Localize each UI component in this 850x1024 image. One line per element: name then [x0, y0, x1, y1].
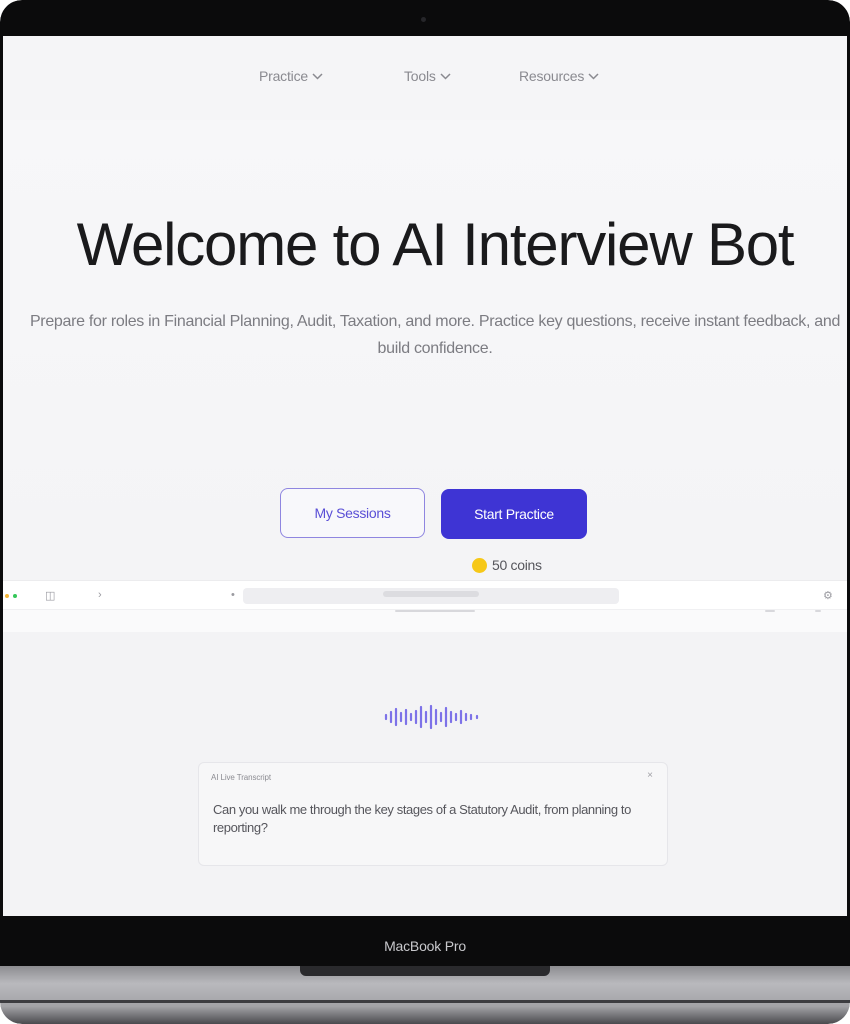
chevron-down-icon — [440, 72, 451, 80]
chevron-down-icon — [312, 72, 323, 80]
laptop-top-bezel — [0, 0, 850, 36]
laptop-bottom-bezel: MacBook Pro — [0, 916, 850, 966]
settings-icon[interactable]: ⚙ — [823, 589, 833, 602]
transcript-label: AI Live Transcript — [211, 773, 272, 782]
chevron-down-icon — [588, 72, 599, 80]
hero-subtitle: Prepare for roles in Financial Planning,… — [29, 313, 841, 357]
coin-balance-label: 50 coins — [492, 557, 542, 573]
coin-balance: 50 coins — [472, 557, 542, 573]
browser-tab-strip — [3, 610, 847, 632]
nav-item-resources[interactable]: Resources — [519, 68, 599, 84]
coin-icon — [472, 557, 487, 573]
window-maximize-dot[interactable] — [13, 594, 17, 598]
laptop-base-edge — [0, 1000, 850, 1003]
practice-preview: AI Live Transcript × Can you walk me thr… — [3, 632, 847, 916]
sidebar-toggle-icon[interactable]: ◫ — [45, 589, 55, 602]
address-bar-text — [383, 591, 479, 597]
browser-toolbar: ◫ › • ⚙ — [3, 580, 847, 610]
nav-item-label: Practice — [259, 68, 308, 84]
tab-indicator — [395, 610, 475, 612]
window-minimize-dot[interactable] — [5, 594, 9, 598]
laptop-frame: Practice Tools Resources Welcome to AI I… — [0, 0, 850, 1024]
nav-item-tools[interactable]: Tools — [404, 68, 451, 84]
transcript-card: AI Live Transcript × Can you walk me thr… — [198, 762, 668, 866]
interview-question: Can you walk me through the key stages o… — [213, 802, 631, 835]
hero-section: Welcome to AI Interview Bot Prepare for … — [3, 120, 847, 580]
my-sessions-button[interactable]: My Sessions — [280, 488, 425, 538]
tab-indicator — [815, 610, 821, 612]
hero-title: Welcome to AI Interview Bot — [76, 211, 795, 278]
nav-item-label: Tools — [404, 68, 436, 84]
address-bar[interactable] — [243, 588, 619, 604]
camera-icon — [421, 17, 426, 22]
laptop-hinge-notch — [300, 966, 550, 976]
voice-waveform-icon — [384, 704, 479, 730]
top-nav: Practice Tools Resources — [3, 36, 847, 120]
screen: Practice Tools Resources Welcome to AI I… — [3, 36, 847, 916]
tab-indicator — [765, 610, 775, 612]
nav-item-practice[interactable]: Practice — [259, 68, 323, 84]
forward-arrow-icon[interactable]: › — [98, 589, 102, 601]
start-practice-button[interactable]: Start Practice — [441, 489, 587, 539]
device-label: MacBook Pro — [384, 938, 466, 954]
lock-icon: • — [231, 589, 235, 601]
laptop-base — [0, 966, 850, 1024]
nav-item-label: Resources — [519, 68, 585, 84]
close-icon[interactable]: × — [647, 770, 653, 781]
